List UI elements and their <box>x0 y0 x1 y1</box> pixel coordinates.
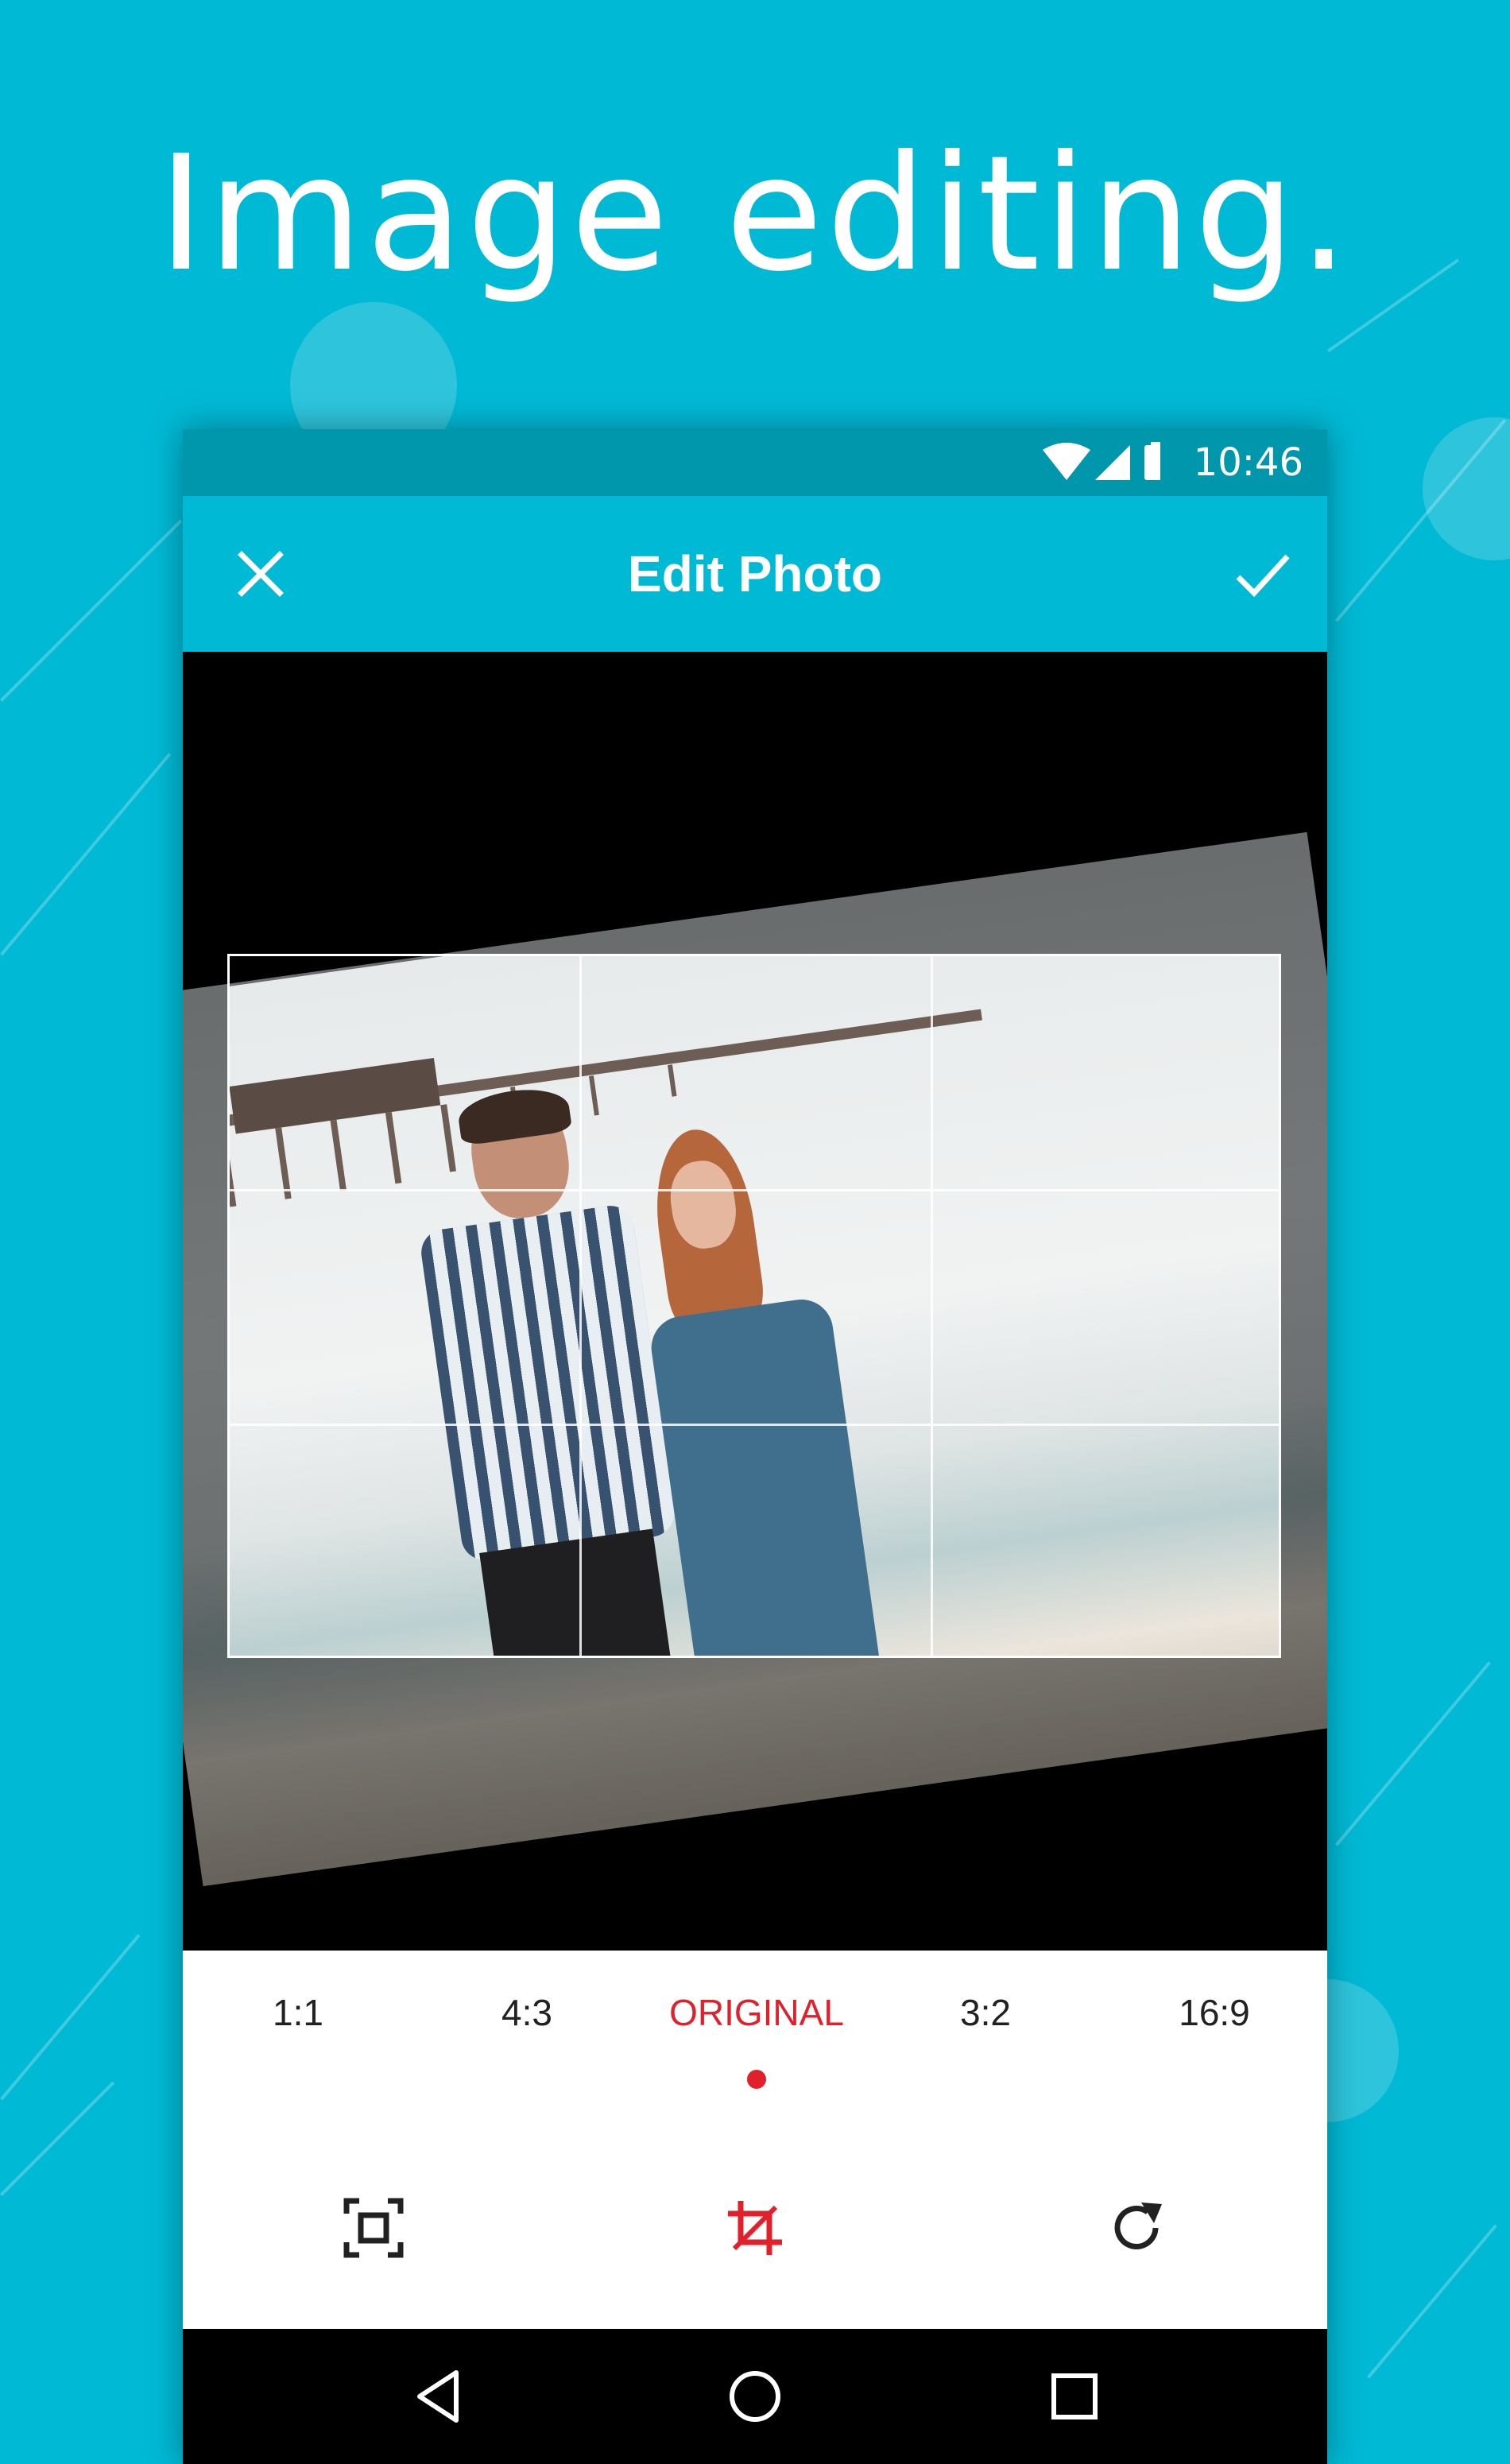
recents-button[interactable] <box>1043 2365 1106 2428</box>
decorative-line <box>1335 419 1507 622</box>
decorative-line <box>0 1934 141 2101</box>
status-icons <box>1041 442 1160 483</box>
decorative-line <box>1367 2224 1497 2379</box>
status-time: 10:46 <box>1193 440 1303 485</box>
home-button[interactable] <box>723 2365 787 2428</box>
fit-screen-button[interactable] <box>342 2196 405 2260</box>
back-icon <box>417 2370 459 2423</box>
phone-screen: 10:46 Edit Photo 1:1 4:3 ORIGINAL 3:2 16… <box>183 429 1327 2464</box>
crop-button[interactable] <box>723 2196 787 2260</box>
crop-grid-line <box>230 1189 1279 1191</box>
crop-grid-line <box>931 956 933 1656</box>
decorative-circle <box>1423 417 1510 560</box>
page-title: Edit Photo <box>628 545 882 602</box>
ratio-3-2[interactable]: 3:2 <box>882 1989 1089 2036</box>
photo-in-crop <box>230 956 1279 1656</box>
wifi-icon <box>1043 443 1090 480</box>
crop-icon <box>728 2201 782 2255</box>
ratio-16-9[interactable]: 16:9 <box>1111 1989 1318 2036</box>
fit-screen-icon <box>343 2198 404 2258</box>
crop-grid-line <box>579 956 582 1656</box>
check-icon <box>1236 554 1290 598</box>
rotate-button[interactable] <box>1105 2196 1168 2260</box>
selected-ratio-indicator <box>747 2070 766 2089</box>
home-icon <box>730 2371 780 2422</box>
back-button[interactable] <box>407 2365 470 2428</box>
recents-icon <box>1051 2373 1098 2419</box>
aspect-ratio-bar: 1:1 4:3 ORIGINAL 3:2 16:9 <box>183 1951 1327 2129</box>
decorative-line <box>0 2081 115 2196</box>
crop-frame[interactable] <box>227 954 1281 1658</box>
ratio-original[interactable]: ORIGINAL <box>653 1989 860 2036</box>
system-nav-bar <box>183 2329 1327 2464</box>
ratio-4-3[interactable]: 4:3 <box>424 1989 630 2036</box>
decorative-line <box>0 753 172 956</box>
confirm-button[interactable] <box>1230 542 1294 606</box>
crop-grid-line <box>230 1424 1279 1426</box>
decorative-line <box>1335 1661 1491 1846</box>
decorative-line <box>0 519 183 702</box>
cell-signal-icon <box>1095 445 1130 480</box>
app-bar: Edit Photo <box>183 496 1327 652</box>
promo-headline: Image editing. <box>157 122 1353 307</box>
tool-bar <box>183 2127 1327 2329</box>
photo-canvas[interactable] <box>183 652 1327 1951</box>
ratio-1-1[interactable]: 1:1 <box>195 1989 401 2036</box>
rotate-icon <box>1114 2202 1162 2249</box>
status-bar: 10:46 <box>183 429 1327 496</box>
battery-icon <box>1144 442 1160 480</box>
